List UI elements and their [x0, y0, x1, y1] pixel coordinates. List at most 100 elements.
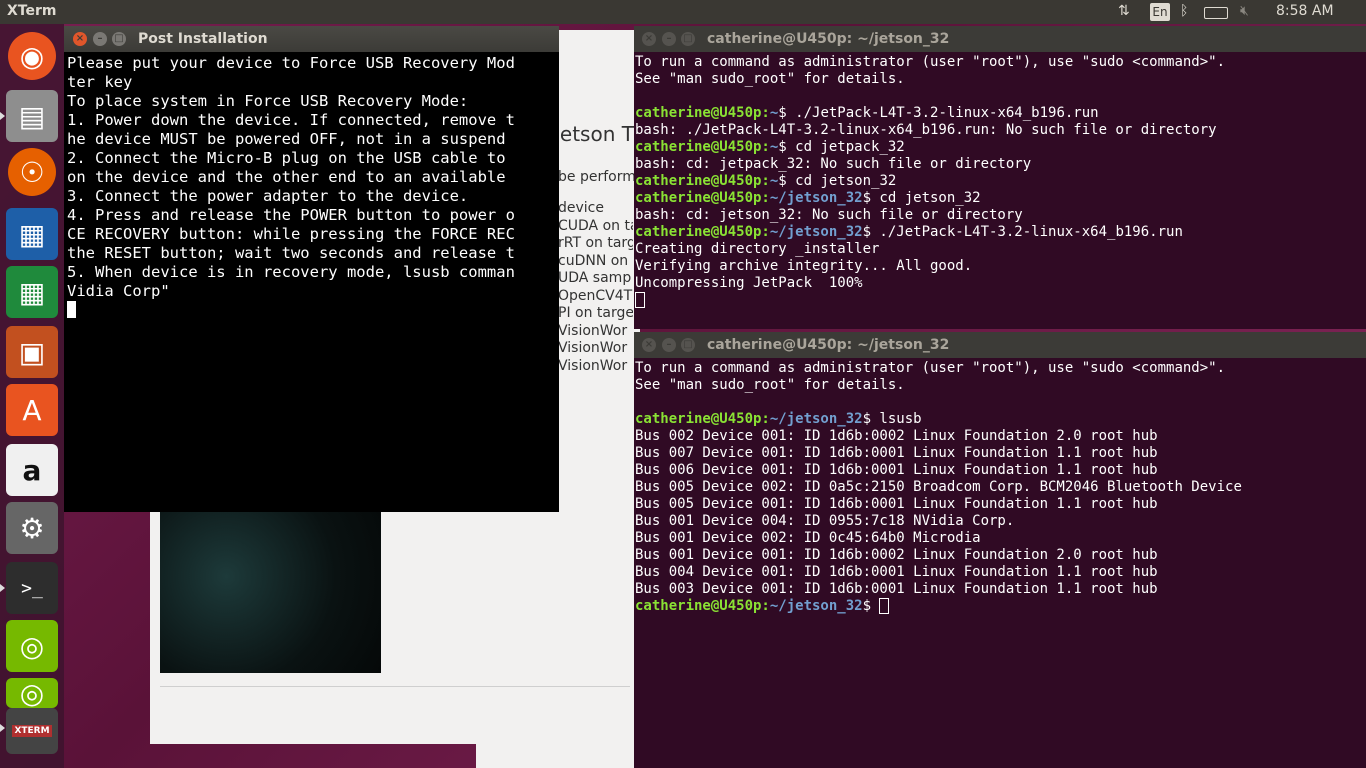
- terminal-line: he device MUST be powered OFF, not in a …: [67, 130, 506, 148]
- jetson-board-image: [160, 512, 381, 673]
- prompt-user: catherine@U450p:: [635, 411, 770, 427]
- divider: [160, 686, 630, 687]
- terminal-line: CE RECOVERY button: while pressing the F…: [67, 225, 515, 243]
- prompt-user: catherine@U450p:: [635, 105, 770, 121]
- installer-heading: Jetson TX: [554, 122, 636, 146]
- running-indicator: [0, 724, 5, 732]
- prompt-path: ~/jetson_32: [769, 598, 863, 614]
- minimize-button[interactable]: –: [662, 338, 676, 352]
- command-text: $ ./JetPack-L4T-3.2-linux-x64_b196.run: [778, 105, 1099, 121]
- command-text: $ cd jetson_32: [862, 190, 981, 206]
- terminal-line: To run a command as administrator (user …: [635, 54, 1226, 70]
- active-app-title: XTerm: [7, 3, 57, 19]
- software-center-icon[interactable]: A: [6, 384, 58, 436]
- close-button[interactable]: ×: [73, 32, 87, 46]
- system-settings-icon[interactable]: ⚙: [6, 502, 58, 554]
- ubuntu-home-icon[interactable]: ◉: [8, 32, 56, 80]
- command-text: $: [862, 598, 880, 614]
- prompt-path: ~/jetson_32: [769, 411, 863, 427]
- prompt-line: catherine@U450p:~$ cd jetpack_32: [635, 139, 1363, 156]
- window-title: Post Installation: [138, 31, 268, 47]
- prompt-path: ~/jetson_32: [769, 224, 863, 240]
- xterm-icon[interactable]: XTERM: [6, 708, 58, 754]
- close-button[interactable]: ×: [642, 32, 656, 46]
- terminal-line: See "man sudo_root" for details.: [635, 71, 905, 87]
- window-title: catherine@U450p: ~/jetson_32: [707, 337, 950, 353]
- list-item: VisionWor: [558, 357, 628, 374]
- running-indicator: [0, 112, 5, 120]
- prompt-line: catherine@U450p:~$ cd jetson_32: [635, 173, 1363, 190]
- list-item: VisionWor: [558, 340, 628, 356]
- prompt-path: ~/jetson_32: [769, 190, 863, 206]
- terminal-line: bash: ./JetPack-L4T-3.2-linux-x64_b196.r…: [635, 122, 1217, 138]
- terminal-top-titlebar[interactable]: × – □ catherine@U450p: ~/jetson_32: [634, 26, 1366, 52]
- prompt-user: catherine@U450p:: [635, 139, 770, 155]
- minimize-button[interactable]: –: [93, 32, 107, 46]
- prompt-user: catherine@U450p:: [635, 598, 770, 614]
- prompt-line: catherine@U450p:~/jetson_32$: [635, 598, 1363, 615]
- terminal-bottom-titlebar[interactable]: × – □ catherine@U450p: ~/jetson_32: [634, 332, 1366, 358]
- terminal-line: ter key: [67, 73, 133, 91]
- prompt-user: catherine@U450p:: [635, 173, 770, 189]
- window-title: catherine@U450p: ~/jetson_32: [707, 31, 950, 47]
- list-item: VisionWor: [558, 322, 628, 339]
- text-cursor: [635, 292, 645, 308]
- terminal-line: Bus 001 Device 001: ID 1d6b:0002 Linux F…: [635, 547, 1158, 563]
- terminal-top-output[interactable]: To run a command as administrator (user …: [635, 54, 1363, 309]
- terminal-line: See "man sudo_root" for details.: [635, 377, 905, 393]
- terminal-line: Creating directory _installer: [635, 241, 880, 257]
- bluetooth-icon[interactable]: ᛒ: [1180, 3, 1188, 19]
- post-installation-window[interactable]: × – □ Post Installation Please put your …: [64, 26, 559, 512]
- terminal-line: Bus 003 Device 001: ID 1d6b:0001 Linux F…: [635, 581, 1158, 597]
- firefox-icon[interactable]: ☉: [8, 148, 56, 196]
- terminal-line: 5. When device is in recovery mode, lsus…: [67, 263, 515, 281]
- terminal-line: Uncompressing JetPack 100%: [635, 275, 863, 291]
- list-item: rRT on targ: [558, 235, 633, 251]
- nvidia-icon-2[interactable]: ◎: [6, 677, 58, 710]
- keyboard-layout-indicator[interactable]: En: [1150, 3, 1170, 21]
- top-panel: XTerm ⇅ En ᛒ 🔇︎ 8:58 AM: [0, 0, 1366, 24]
- post-install-text[interactable]: Please put your device to Force USB Reco…: [67, 54, 553, 320]
- terminal-line: Bus 001 Device 004: ID 0955:7c18 NVidia …: [635, 513, 1015, 529]
- close-button[interactable]: ×: [642, 338, 656, 352]
- list-item: UDA samp: [558, 270, 632, 286]
- command-text: $ cd jetpack_32: [778, 139, 905, 155]
- terminal-line: 2. Connect the Micro-B plug on the USB c…: [67, 149, 506, 167]
- terminal-window-bottom[interactable]: × – □ catherine@U450p: ~/jetson_32 To ru…: [634, 332, 1366, 768]
- maximize-button[interactable]: □: [681, 338, 695, 352]
- text-cursor: [67, 301, 76, 318]
- maximize-button[interactable]: □: [112, 32, 126, 46]
- installer-component-list: device CUDA on ta rRT on targ cuDNN on U…: [558, 200, 633, 375]
- files-icon[interactable]: ▤: [6, 90, 58, 142]
- terminal-icon[interactable]: >_: [6, 562, 58, 614]
- terminal-line: 4. Press and release the POWER button to…: [67, 206, 515, 224]
- prompt-user: catherine@U450p:: [635, 190, 770, 206]
- network-transfer-icon[interactable]: ⇅: [1118, 3, 1130, 19]
- command-text: $ lsusb: [862, 411, 922, 427]
- terminal-window-top[interactable]: × – □ catherine@U450p: ~/jetson_32 To ru…: [634, 26, 1366, 329]
- nvidia-icon[interactable]: ◎: [6, 620, 58, 672]
- terminal-line: To place system in Force USB Recovery Mo…: [67, 92, 469, 110]
- battery-icon[interactable]: [1204, 7, 1228, 19]
- writer-icon[interactable]: ▦: [6, 208, 58, 260]
- terminal-line: on the device and the other end to an av…: [67, 168, 506, 186]
- command-text: $ cd jetson_32: [778, 173, 897, 189]
- list-item: OpenCV4T: [558, 287, 633, 304]
- prompt-user: catherine@U450p:: [635, 224, 770, 240]
- prompt-line: catherine@U450p:~/jetson_32$ lsusb: [635, 411, 1363, 428]
- volume-muted-icon[interactable]: 🔇︎: [1240, 3, 1249, 19]
- list-item: PI on target: [558, 305, 633, 321]
- maximize-button[interactable]: □: [681, 32, 695, 46]
- prompt-line: catherine@U450p:~/jetson_32$ cd jetson_3…: [635, 190, 1363, 207]
- running-indicator: [0, 584, 5, 592]
- clock[interactable]: 8:58 AM: [1276, 3, 1334, 19]
- post-install-titlebar[interactable]: × – □ Post Installation: [64, 26, 559, 52]
- terminal-line: Bus 007 Device 001: ID 1d6b:0001 Linux F…: [635, 445, 1158, 461]
- calc-icon[interactable]: ▦: [6, 266, 58, 318]
- amazon-icon[interactable]: a: [6, 444, 58, 496]
- terminal-bottom-output[interactable]: To run a command as administrator (user …: [635, 360, 1363, 615]
- minimize-button[interactable]: –: [662, 32, 676, 46]
- text-cursor: [879, 598, 890, 614]
- impress-icon[interactable]: ▣: [6, 326, 58, 378]
